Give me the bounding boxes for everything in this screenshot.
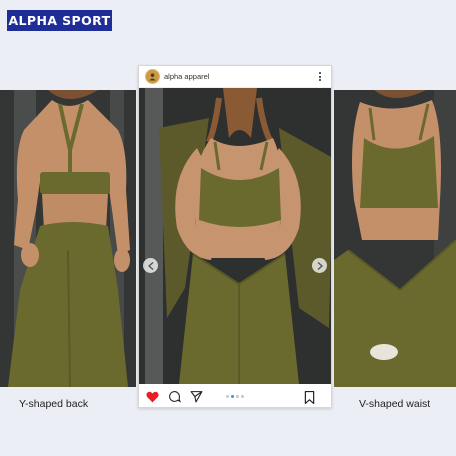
post-actions-bar: [139, 384, 331, 409]
caption-y-shaped-back: Y-shaped back: [19, 398, 89, 410]
brand-logo: ALPHA SPORT: [7, 10, 112, 31]
chevron-right-icon[interactable]: [312, 258, 327, 273]
social-post-card: alpha apparel: [138, 65, 332, 408]
avatar[interactable]: [145, 69, 160, 84]
post-username[interactable]: alpha apparel: [164, 72, 315, 81]
more-icon[interactable]: [315, 72, 325, 81]
post-image: [139, 88, 331, 384]
share-icon[interactable]: [189, 390, 203, 404]
post-header: alpha apparel: [139, 66, 331, 88]
caption-v-shaped-waist: V-shaped waist: [359, 398, 431, 410]
carousel-dots: [226, 395, 244, 398]
front-view-photo: [334, 90, 456, 387]
comment-icon[interactable]: [167, 390, 181, 404]
heart-icon[interactable]: [145, 390, 159, 404]
chevron-left-icon[interactable]: [143, 258, 158, 273]
back-view-photo: [0, 90, 136, 387]
bookmark-icon[interactable]: [302, 390, 316, 404]
